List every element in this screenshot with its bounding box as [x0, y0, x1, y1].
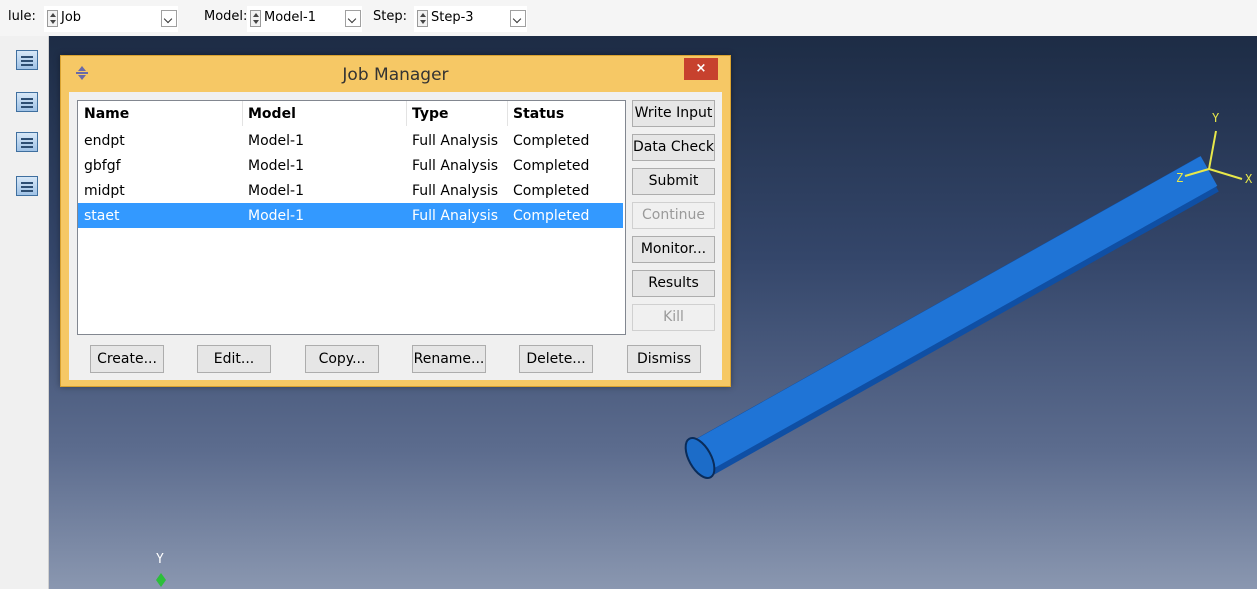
- cell-name: gbfgf: [84, 158, 121, 174]
- module-label: lule:: [8, 9, 36, 24]
- triad-top: Y X Z: [1176, 111, 1253, 186]
- results-button[interactable]: Results: [632, 270, 715, 297]
- cell-name: endpt: [84, 133, 125, 149]
- adaptivity-manager-icon[interactable]: [16, 92, 38, 112]
- triad-z-label: Z: [1176, 171, 1183, 185]
- cell-name: staet: [84, 208, 120, 224]
- job-manager-dialog[interactable]: Job Manager × Name Model Type Status end…: [60, 55, 731, 387]
- column-header-type[interactable]: Type: [412, 106, 449, 122]
- cell-name: midpt: [84, 183, 125, 199]
- close-button[interactable]: ×: [684, 58, 718, 80]
- model-combo[interactable]: Model-1: [247, 6, 362, 32]
- data-check-button[interactable]: Data Check: [632, 134, 715, 161]
- step-combo[interactable]: Step-3: [414, 6, 527, 32]
- cell-type: Full Analysis: [412, 183, 499, 199]
- triad-bottom: Y: [156, 552, 166, 587]
- create-button[interactable]: Create...: [90, 345, 164, 373]
- triad-x-label: X: [1245, 172, 1253, 186]
- cell-status: Completed: [513, 183, 590, 199]
- cell-type: Full Analysis: [412, 208, 499, 224]
- cell-model: Model-1: [248, 183, 304, 199]
- module-value: Job: [61, 10, 82, 25]
- triad-bottom-y-label: Y: [156, 552, 164, 567]
- tube-part[interactable]: [680, 156, 1219, 483]
- cell-status: Completed: [513, 208, 590, 224]
- model-value: Model-1: [264, 10, 316, 25]
- delete-button[interactable]: Delete...: [519, 345, 593, 373]
- table-row[interactable]: midpt Model-1 Full Analysis Completed: [78, 178, 623, 203]
- cell-model: Model-1: [248, 133, 304, 149]
- step-label: Step:: [373, 9, 407, 24]
- chevron-down-icon[interactable]: [510, 10, 526, 27]
- dialog-title: Job Manager: [342, 65, 449, 85]
- job-manager-icon[interactable]: [16, 50, 38, 70]
- cell-type: Full Analysis: [412, 158, 499, 174]
- column-header-name[interactable]: Name: [84, 106, 129, 122]
- model-label: Model:: [204, 9, 248, 24]
- cell-type: Full Analysis: [412, 133, 499, 149]
- chevron-down-icon[interactable]: [161, 10, 177, 27]
- kill-button[interactable]: Kill: [632, 304, 715, 331]
- write-input-button[interactable]: Write Input: [632, 100, 715, 127]
- edit-button[interactable]: Edit...: [197, 345, 271, 373]
- table-row[interactable]: gbfgf Model-1 Full Analysis Completed: [78, 153, 623, 178]
- table-header: Name Model Type Status: [78, 101, 623, 126]
- dialog-body: Name Model Type Status endpt Model-1 Ful…: [69, 92, 722, 380]
- submit-button[interactable]: Submit: [632, 168, 715, 195]
- jobs-table[interactable]: Name Model Type Status endpt Model-1 Ful…: [77, 100, 626, 335]
- co-execution-manager-icon[interactable]: [16, 132, 38, 152]
- table-row-selected[interactable]: staet Model-1 Full Analysis Completed: [78, 203, 623, 228]
- copy-button[interactable]: Copy...: [305, 345, 379, 373]
- optimization-manager-icon[interactable]: [16, 176, 38, 196]
- spin-icon[interactable]: [417, 10, 428, 27]
- cell-status: Completed: [513, 158, 590, 174]
- cell-model: Model-1: [248, 158, 304, 174]
- continue-button[interactable]: Continue: [632, 202, 715, 229]
- column-header-model[interactable]: Model: [248, 106, 296, 122]
- dismiss-button[interactable]: Dismiss: [627, 345, 701, 373]
- chevron-down-icon[interactable]: [345, 10, 361, 27]
- rename-button[interactable]: Rename...: [412, 345, 486, 373]
- column-header-status[interactable]: Status: [513, 106, 564, 122]
- cell-model: Model-1: [248, 208, 304, 224]
- cell-status: Completed: [513, 133, 590, 149]
- triad-y-label: Y: [1212, 111, 1220, 125]
- spin-icon[interactable]: [250, 10, 261, 27]
- module-combo[interactable]: Job: [44, 6, 178, 32]
- spin-icon[interactable]: [47, 10, 58, 27]
- toolbox: [0, 36, 49, 589]
- step-value: Step-3: [431, 10, 474, 25]
- context-bar: lule: Job Model: Model-1 Step: Step-3: [0, 0, 1257, 36]
- table-row[interactable]: endpt Model-1 Full Analysis Completed: [78, 128, 623, 153]
- monitor-button[interactable]: Monitor...: [632, 236, 715, 263]
